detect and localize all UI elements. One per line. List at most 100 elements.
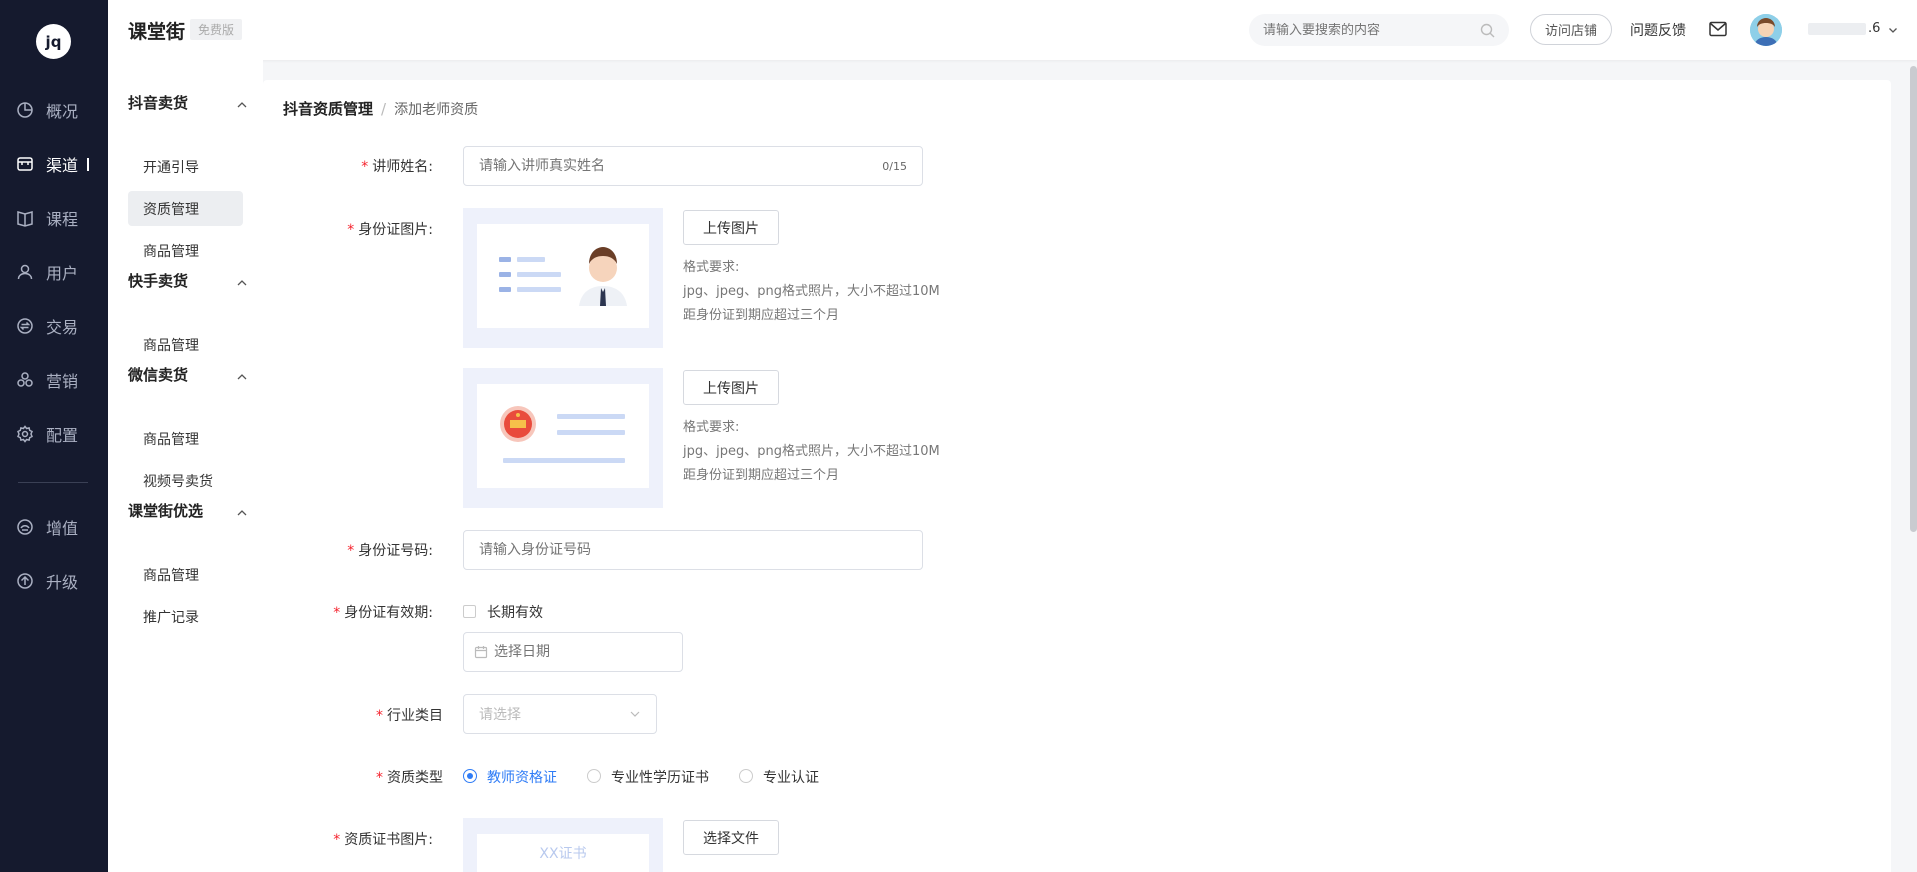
upload-id-front-button[interactable]: 上传图片 — [683, 210, 779, 245]
certificate-preview[interactable]: XX证书 — [463, 818, 663, 872]
plan-badge: 免费版 — [190, 19, 243, 40]
nav-item-value-added[interactable]: 增值 — [0, 512, 108, 542]
radio-degree-cert[interactable] — [587, 769, 601, 783]
id-number-field[interactable] — [463, 530, 923, 570]
group-douyin[interactable]: 抖音卖货 — [128, 92, 248, 113]
marketing-icon — [16, 371, 34, 389]
main-nav: jq 概况 渠道 课程 用户 交易 营销 配置 增值 升级 — [0, 0, 108, 872]
id-portrait-illustration — [499, 247, 627, 306]
option-teacher-cert[interactable]: 教师资格证 — [487, 767, 557, 787]
store-icon — [16, 155, 34, 173]
group-title-label: 快手卖货 — [128, 272, 189, 290]
radio-professional-cert[interactable] — [739, 769, 753, 783]
search-box[interactable] — [1249, 14, 1509, 46]
chevron-down-icon — [629, 708, 641, 720]
nav-item-label: 渠道 — [46, 156, 79, 175]
subnav-item-products-select[interactable]: 商品管理 — [128, 557, 243, 592]
char-counter: 0/15 — [882, 159, 907, 173]
id-number-input[interactable] — [479, 542, 907, 558]
username-redacted — [1808, 22, 1866, 35]
nav-item-course[interactable]: 课程 — [0, 203, 108, 233]
nav-divider — [18, 482, 88, 483]
lecturer-name-input[interactable] — [479, 158, 883, 174]
brand-title: 课堂街 — [128, 21, 186, 43]
subnav-item-products-douyin[interactable]: 商品管理 — [128, 233, 243, 268]
subnav-item-promotion-records[interactable]: 推广记录 — [128, 599, 243, 634]
group-title-label: 课堂街优选 — [128, 502, 204, 520]
subnav-item-qualification[interactable]: 资质管理 — [128, 191, 243, 226]
certificate-placeholder: XX证书 — [477, 834, 649, 872]
username-suffix: .6 — [1868, 21, 1881, 36]
id-back-hint: 格式要求: jpg、jpeg、png格式照片，大小不超过10M 距身份证到期应超… — [683, 420, 940, 483]
group-kuaishou[interactable]: 快手卖货 — [128, 270, 248, 291]
feedback-link[interactable]: 问题反馈 — [1630, 20, 1686, 40]
nav-item-upgrade[interactable]: 升级 — [0, 566, 108, 596]
search-input[interactable] — [1263, 22, 1480, 38]
nav-item-config[interactable]: 配置 — [0, 419, 108, 449]
app-logo[interactable]: jq — [36, 24, 71, 59]
choose-file-button[interactable]: 选择文件 — [683, 820, 779, 855]
nav-item-label: 用户 — [46, 264, 79, 283]
search-icon[interactable] — [1480, 23, 1495, 38]
subnav-item-channels[interactable]: 视频号卖货 — [128, 463, 243, 498]
chevron-up-icon — [236, 97, 248, 109]
group-title-label: 抖音卖货 — [128, 94, 189, 112]
subnav-item-products-wechat[interactable]: 商品管理 — [128, 421, 243, 456]
lecturer-name-label: * 讲师姓名: — [361, 159, 433, 175]
chevron-up-icon — [236, 275, 248, 287]
user-menu[interactable]: .6 — [1808, 21, 1898, 36]
nav-item-label: 配置 — [46, 426, 79, 445]
subnav-item-onboarding[interactable]: 开通引导 — [128, 149, 243, 184]
top-header: 课堂街 免费版 访问店铺 问题反馈 .6 — [108, 0, 1917, 60]
user-icon — [16, 263, 34, 281]
long-term-label[interactable]: 长期有效 — [487, 602, 543, 622]
breadcrumb: 抖音资质管理 / 添加老师资质 — [283, 98, 478, 119]
chevron-up-icon — [236, 369, 248, 381]
group-title-label: 微信卖货 — [128, 366, 189, 384]
visit-store-button[interactable]: 访问店铺 — [1530, 14, 1613, 45]
subnav-item-products-kuaishou[interactable]: 商品管理 — [128, 327, 243, 362]
long-term-checkbox[interactable] — [463, 605, 476, 618]
option-professional-cert[interactable]: 专业认证 — [763, 767, 819, 787]
nav-item-label: 营销 — [46, 372, 79, 391]
option-degree-cert[interactable]: 专业性学历证书 — [611, 767, 709, 787]
group-wechat[interactable]: 微信卖货 — [128, 364, 248, 385]
main-content: 抖音资质管理 / 添加老师资质 *讲师姓名: 0/15 *身份证图片: 上传图片… — [263, 80, 1891, 872]
breadcrumb-parent[interactable]: 抖音资质管理 — [283, 98, 373, 119]
id-front-hint: 格式要求: jpg、jpeg、png格式照片，大小不超过10M 距身份证到期应超… — [683, 260, 940, 323]
gear-icon — [16, 425, 34, 443]
mail-icon[interactable] — [1709, 21, 1727, 37]
nav-item-overview[interactable]: 概况 — [0, 95, 108, 125]
nav-item-label: 增值 — [46, 519, 79, 538]
breadcrumb-current: 添加老师资质 — [394, 101, 479, 118]
date-picker[interactable] — [463, 632, 683, 672]
nav-item-trade[interactable]: 交易 — [0, 311, 108, 341]
nav-item-marketing[interactable]: 营销 — [0, 365, 108, 395]
id-validity-label: * 身份证有效期: — [333, 605, 433, 621]
certificate-image-label: * 资质证书图片: — [333, 832, 433, 848]
nav-item-label: 交易 — [46, 318, 79, 337]
calendar-icon — [474, 645, 488, 659]
page-scrollbar[interactable] — [1910, 66, 1917, 532]
upload-id-back-button[interactable]: 上传图片 — [683, 370, 779, 405]
nav-item-label: 概况 — [46, 102, 79, 121]
nav-item-channel[interactable]: 渠道 — [0, 149, 108, 179]
lecturer-name-field[interactable]: 0/15 — [463, 146, 923, 186]
pie-chart-icon — [16, 101, 34, 119]
avatar[interactable] — [1750, 14, 1782, 46]
industry-select[interactable]: 请选择 — [463, 694, 657, 734]
nav-item-users[interactable]: 用户 — [0, 257, 108, 287]
industry-placeholder: 请选择 — [479, 707, 521, 723]
qualification-type-label: * 资质类型 — [376, 770, 443, 786]
chevron-up-icon — [236, 505, 248, 517]
id-emblem-illustration — [500, 406, 625, 463]
id-back-preview[interactable] — [463, 368, 663, 508]
breadcrumb-separator: / — [381, 99, 387, 118]
id-front-preview[interactable] — [463, 208, 663, 348]
radio-teacher-cert[interactable] — [463, 769, 477, 783]
date-input[interactable] — [494, 644, 668, 660]
group-ketangjie-select[interactable]: 课堂街优选 — [128, 500, 248, 521]
nav-item-label: 课程 — [46, 210, 79, 229]
active-indicator — [87, 158, 89, 171]
upgrade-icon — [16, 572, 34, 590]
